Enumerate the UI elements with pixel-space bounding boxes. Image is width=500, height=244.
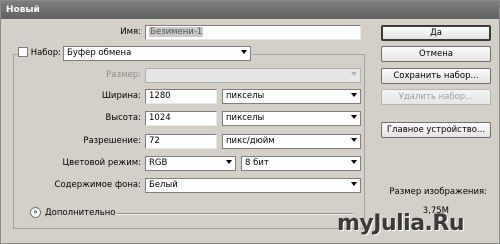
height-unit-value: пикселы	[226, 113, 265, 123]
color-mode-label: Цветовой режим:	[62, 158, 141, 168]
new-document-dialog: Новый Имя: Безимени-1 Набор: Буфер обмен…	[0, 0, 500, 244]
resolution-unit-select[interactable]: пикс/дюйм	[222, 134, 361, 149]
width-label: Ширина:	[101, 91, 141, 101]
height-unit-select[interactable]: пикселы	[222, 111, 361, 126]
chevron-down-icon	[351, 115, 357, 119]
window-title: Новый	[1, 1, 499, 19]
ok-button[interactable]: Да	[381, 25, 491, 41]
width-input[interactable]: 1280	[145, 89, 217, 104]
bit-depth-select[interactable]: 8 бит	[241, 156, 361, 171]
preset-select[interactable]: Буфер обмена	[63, 46, 251, 61]
width-unit-select[interactable]: пикселы	[222, 89, 361, 104]
background-value: Белый	[149, 180, 178, 190]
chevron-down-icon	[351, 160, 357, 164]
chevron-down-icon	[241, 50, 247, 54]
delete-preset-button[interactable]: Удалить набор...	[381, 89, 491, 105]
chevron-down-icon	[226, 160, 232, 164]
preset-select-value: Буфер обмена	[67, 48, 132, 58]
size-select[interactable]	[145, 68, 361, 83]
name-label: Имя:	[120, 27, 141, 37]
cancel-button[interactable]: Отмена	[381, 46, 491, 62]
color-mode-value: RGB	[149, 158, 168, 168]
chevron-down-icon	[351, 182, 357, 186]
expand-advanced-icon[interactable]: »	[30, 207, 41, 218]
background-select[interactable]: Белый	[145, 178, 361, 193]
resolution-input[interactable]: 72	[145, 134, 217, 149]
image-size-label: Размер изображения:	[389, 187, 487, 197]
size-label: Размер:	[106, 70, 141, 80]
background-label: Содержимое фона:	[54, 180, 141, 190]
chevron-down-icon	[351, 72, 357, 76]
save-preset-button[interactable]: Сохранить набор...	[381, 68, 491, 84]
resolution-unit-value: пикс/дюйм	[226, 136, 275, 146]
group-border-right	[253, 54, 365, 55]
chevron-down-icon	[351, 138, 357, 142]
height-input[interactable]: 1024	[145, 111, 217, 126]
preset-label: Набор:	[30, 48, 61, 58]
advanced-separator	[117, 213, 353, 215]
advanced-label[interactable]: Дополнительно	[45, 206, 116, 220]
height-label: Высота:	[105, 113, 141, 123]
width-unit-value: пикселы	[226, 91, 265, 101]
name-input-value: Безимени-1	[149, 27, 204, 37]
color-mode-select[interactable]: RGB	[145, 156, 236, 171]
device-central-button[interactable]: Главное устройство...	[381, 122, 491, 138]
name-input[interactable]: Безимени-1	[145, 25, 361, 40]
chevron-down-icon	[351, 93, 357, 97]
watermark-text: myJulia.Ru	[337, 211, 465, 236]
bit-depth-value: 8 бит	[245, 158, 269, 168]
resolution-label: Разрешение:	[83, 136, 141, 146]
